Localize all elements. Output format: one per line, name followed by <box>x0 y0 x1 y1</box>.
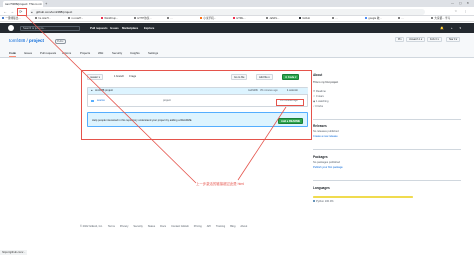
annotation-text: 上一步激活的链接超过此是 html <box>196 182 245 186</box>
footer-link[interactable]: Terms <box>108 225 115 228</box>
footer-link[interactable]: Contact GitHub <box>171 225 189 228</box>
footer-link[interactable]: Status <box>148 225 155 228</box>
page-footer: © 2022 GitHub, Inc. Terms Privacy Security S… <box>80 225 252 228</box>
footer-link[interactable]: Pricing <box>194 225 202 228</box>
arrow-to-file-time <box>237 106 287 181</box>
status-url: https://github.com/... <box>0 250 28 255</box>
footer-link[interactable]: Security <box>133 225 142 228</box>
footer-link[interactable]: Docs <box>160 225 166 228</box>
footer-link[interactable]: Training <box>216 225 225 228</box>
footer-link[interactable]: Blog <box>230 225 235 228</box>
footer-link[interactable]: About <box>240 225 247 228</box>
footer-link[interactable]: API <box>207 225 211 228</box>
copyright: © 2022 GitHub, Inc. <box>80 225 103 228</box>
footer-link[interactable]: Privacy <box>120 225 129 228</box>
arrow-to-reload <box>25 15 197 184</box>
annotation-arrows <box>25 15 287 184</box>
